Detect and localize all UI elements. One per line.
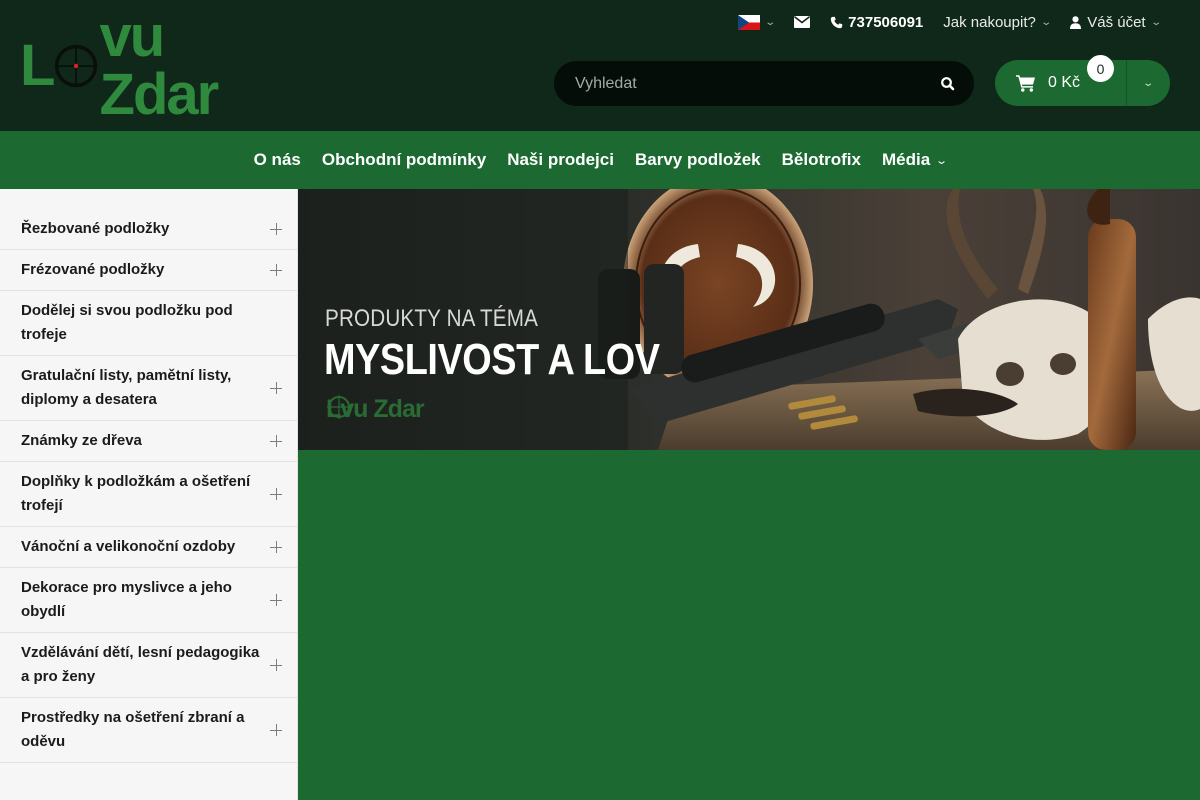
shopping-cart-icon	[1016, 75, 1035, 92]
sidebar-item-education[interactable]: Vzdělávání dětí, lesní pedagogika a pro …	[0, 633, 297, 698]
sidebar-item-label: Dodělej si svou podložku pod trofeje	[21, 302, 233, 343]
expand-plus-icon[interactable]	[270, 488, 282, 500]
how-to-buy-label: Jak nakoupit?	[943, 13, 1036, 31]
sidebar-item-certificates[interactable]: Gratulační listy, pamětní listy, diplomy…	[0, 356, 297, 421]
nav-item-belotrofix[interactable]: Bělotrofix	[771, 150, 871, 170]
crosshair-logo-icon	[55, 44, 98, 88]
sidebar-item-label: Frézované podložky	[21, 261, 165, 278]
nav-item-terms[interactable]: Obchodní podmínky	[311, 150, 496, 170]
sidebar-item-label: Doplňky k podložkám a ošetření trofejí	[21, 473, 251, 514]
chevron-down-icon: ⌄	[1142, 77, 1155, 89]
account-menu[interactable]: Váš účet ⌄	[1060, 0, 1170, 44]
cart-total: 0 Kč	[1048, 74, 1081, 91]
expand-plus-icon[interactable]	[270, 264, 282, 276]
czech-flag-icon	[737, 14, 760, 30]
cart-count-badge: 0	[1087, 55, 1114, 82]
expand-plus-icon[interactable]	[270, 541, 282, 553]
chevron-down-icon: ⌄	[1149, 16, 1162, 28]
sidebar-item-weapon-care[interactable]: Prostředky na ošetření zbraní a oděvu	[0, 698, 297, 763]
expand-plus-icon[interactable]	[270, 724, 282, 736]
crosshair-logo-icon	[327, 395, 351, 419]
category-sidebar: Řezbované podložky Frézované podložky Do…	[0, 189, 298, 800]
nav-item-media-label: Média	[881, 150, 931, 169]
email-link[interactable]	[784, 0, 820, 44]
chevron-down-icon: ⌄	[935, 154, 949, 167]
site-header: L vu Zdar ⌄ 737506091 Jak nakoupit? ⌄ Vá…	[0, 0, 1200, 131]
cart-dropdown-toggle[interactable]: ⌄	[1127, 60, 1170, 106]
logo-wordmark: vu Zdar	[99, 4, 220, 127]
expand-plus-icon[interactable]	[270, 382, 282, 394]
chevron-down-icon: ⌄	[764, 16, 776, 28]
nav-item-colors[interactable]: Barvy podložek	[624, 150, 771, 170]
hero-banner[interactable]: PRODUKTY NA TÉMA MYSLIVOST A LOV L vu Zd…	[298, 189, 1200, 450]
sidebar-item-milled-boards[interactable]: Frézované podložky	[0, 250, 297, 291]
sidebar-item-label: Vzdělávání dětí, lesní pedagogika a pro …	[21, 644, 260, 685]
expand-plus-icon[interactable]	[270, 659, 282, 671]
nav-item-resellers[interactable]: Naši prodejci	[497, 150, 625, 170]
user-icon	[1070, 15, 1082, 29]
chevron-down-icon: ⌄	[1040, 16, 1052, 28]
sidebar-item-label: Prostředky na ošetření zbraní a oděvu	[21, 709, 245, 750]
sidebar-item-label: Dekorace pro myslivce a jeho obydlí	[21, 579, 232, 620]
search-input[interactable]	[575, 74, 915, 93]
banner-subtitle: PRODUKTY NA TÉMA	[325, 305, 539, 332]
search-bar	[554, 61, 974, 106]
banner-title: MYSLIVOST A LOV	[324, 335, 660, 384]
nav-item-media[interactable]: Média ⌄	[871, 150, 956, 170]
expand-plus-icon[interactable]	[270, 594, 282, 606]
language-selector[interactable]: ⌄	[728, 0, 784, 44]
sidebar-item-wood-stamps[interactable]: Známky ze dřeva	[0, 421, 297, 462]
search-icon	[941, 77, 955, 91]
sidebar-item-label: Gratulační listy, pamětní listy, diplomy…	[21, 367, 232, 408]
sidebar-item-hunter-decor[interactable]: Dekorace pro myslivce a jeho obydlí	[0, 568, 297, 633]
expand-plus-icon[interactable]	[270, 435, 282, 447]
sidebar-item-label: Řezbované podložky	[21, 220, 170, 237]
logo-letter-l: L	[20, 33, 55, 98]
sidebar-item-label: Známky ze dřeva	[21, 432, 142, 449]
sidebar-item-diy-board[interactable]: Dodělej si svou podložku pod trofeje	[0, 291, 297, 356]
sidebar-item-board-accessories[interactable]: Doplňky k podložkám a ošetření trofejí	[0, 462, 297, 527]
how-to-buy-menu[interactable]: Jak nakoupit? ⌄	[933, 0, 1060, 44]
phone-link[interactable]: 737506091	[820, 0, 933, 44]
phone-number: 737506091	[848, 13, 924, 31]
account-label: Váš účet	[1087, 13, 1146, 31]
site-logo[interactable]: L vu Zdar	[20, 8, 272, 124]
banner-logo: L vu Zdar	[326, 395, 425, 424]
banner-logo-wordmark: vu Zdar	[340, 395, 424, 423]
search-button[interactable]	[938, 74, 958, 94]
nav-item-about[interactable]: O nás	[243, 150, 311, 170]
main-nav: O nás Obchodní podmínky Naši prodejci Ba…	[0, 131, 1200, 189]
sidebar-item-holiday-ornaments[interactable]: Vánoční a velikonoční ozdoby	[0, 527, 297, 568]
envelope-icon	[794, 16, 811, 28]
cart-widget: 0 Kč 0 ⌄	[995, 55, 1170, 106]
sidebar-item-label: Vánoční a velikonoční ozdoby	[21, 538, 236, 555]
phone-icon	[830, 16, 843, 28]
sidebar-item-carved-boards[interactable]: Řezbované podložky	[0, 209, 297, 250]
expand-plus-icon[interactable]	[270, 223, 282, 235]
top-bar: ⌄ 737506091 Jak nakoupit? ⌄ Váš účet ⌄	[728, 0, 1170, 44]
